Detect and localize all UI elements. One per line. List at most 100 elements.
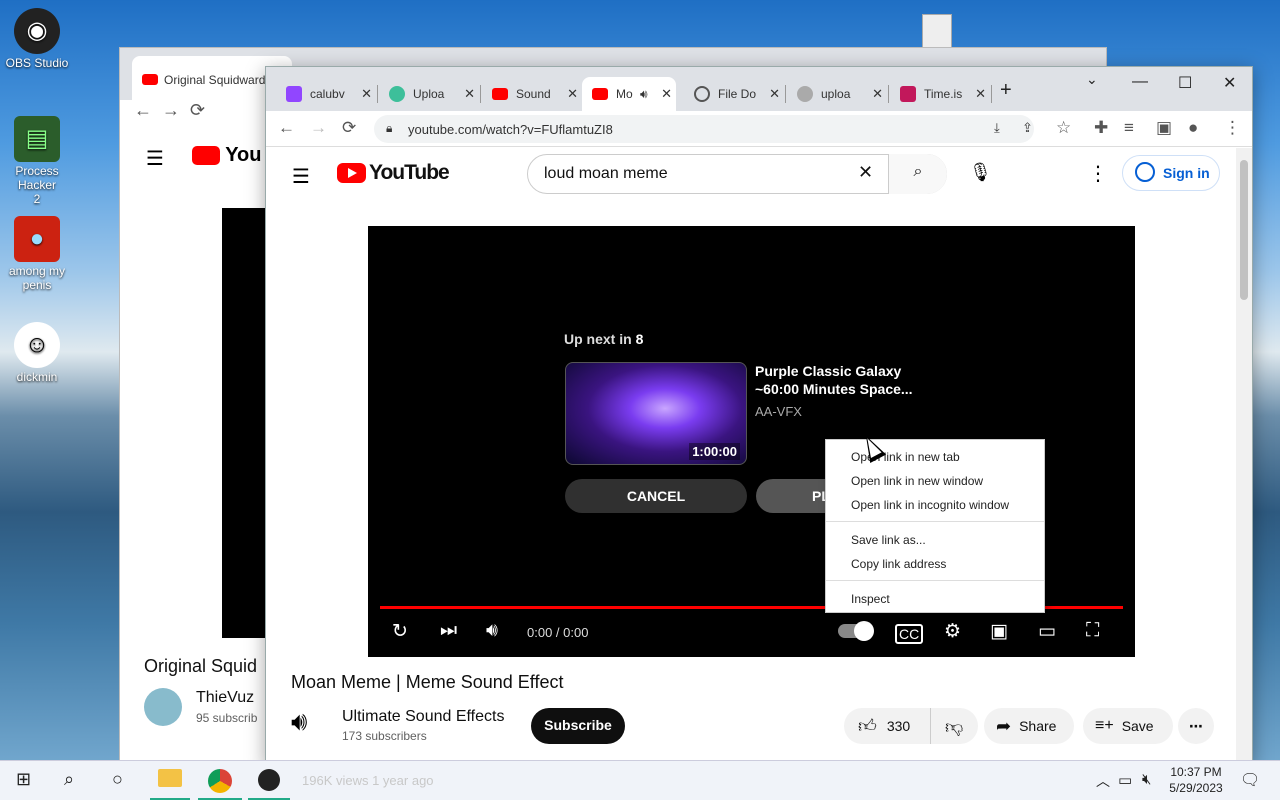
desktop-icon-label: among my penis [8, 264, 66, 292]
close-tab-icon[interactable]: ✕ [769, 86, 780, 102]
save-button[interactable]: ≡+ Save [1083, 708, 1173, 744]
dislike-button[interactable]: 👎︎ [930, 708, 963, 744]
clock[interactable]: 10:37 PM 5/29/2023 [1166, 764, 1226, 796]
desktop-icon-among-us[interactable]: ● among my penis [3, 216, 71, 292]
cancel-autoplay-button[interactable]: CANCEL [565, 479, 747, 513]
windows-start-icon[interactable]: ⊞ [16, 769, 31, 790]
settings-gear-icon[interactable]: ⚙︎ [944, 620, 961, 643]
side-panel-icon[interactable]: ▣ [1156, 118, 1172, 138]
desktop-icon-dickmin[interactable]: ☺ dickmin [3, 322, 71, 384]
profile-icon[interactable]: ● [1188, 118, 1198, 138]
extensions-icon[interactable]: ✚ [1094, 118, 1108, 138]
microphone-icon[interactable]: 🎙︎ [969, 162, 992, 183]
fullscreen-icon[interactable]: ⛶ [1086, 620, 1099, 642]
desktop-icon-process-hacker[interactable]: ▤ Process Hacker 2 [3, 116, 71, 206]
reload-icon[interactable]: ⟳ [342, 118, 356, 138]
subscribe-button[interactable]: Subscribe [531, 708, 625, 744]
clear-search-icon[interactable]: ✕ [858, 162, 873, 183]
media-control-icon[interactable]: ≡ [1124, 118, 1134, 138]
close-window-button[interactable]: ✕ [1223, 73, 1236, 93]
speaker-icon[interactable]: 🔊︎ [640, 87, 648, 102]
share-button[interactable]: ➦ Share [984, 708, 1074, 744]
next-video-thumbnail[interactable]: 1:00:00 [565, 362, 747, 465]
menu-item-inspect[interactable]: Inspect [851, 592, 890, 606]
more-actions-button[interactable]: ⋯ [1178, 708, 1214, 744]
next-video-channel: AA-VFX [755, 404, 802, 419]
file-explorer-icon[interactable] [158, 769, 182, 787]
close-tab-icon[interactable]: ✕ [872, 86, 883, 102]
tab-title: Sound [516, 87, 551, 101]
tab-file[interactable]: File Do ✕ [684, 77, 784, 111]
save-label: Save [1121, 718, 1154, 734]
settings-dots-icon[interactable]: ⋮ [1088, 161, 1108, 186]
maximize-button[interactable]: ☐ [1178, 73, 1192, 93]
obs-icon: ◉ [14, 8, 60, 54]
time-display: 0:00 / 0:00 [527, 625, 589, 640]
chrome-menu-icon[interactable]: ⋮ [1224, 118, 1241, 138]
network-icon[interactable]: ▭ [1118, 771, 1132, 789]
background-channel-avatar[interactable] [144, 688, 182, 726]
menu-item-save-link[interactable]: Save link as... [851, 533, 926, 547]
time-favicon-icon [900, 86, 916, 102]
menu-item-open-new-window[interactable]: Open link in new window [851, 474, 983, 488]
theater-mode-icon[interactable]: ▭ [1038, 620, 1056, 643]
desktop-icon-obs[interactable]: ◉ OBS Studio [3, 8, 71, 70]
volume-icon[interactable]: 🔊︎ [486, 620, 498, 642]
menu-icon[interactable]: ☰ [292, 164, 310, 189]
sign-in-button[interactable]: Sign in [1122, 155, 1220, 191]
youtube-play-logo-icon [337, 163, 366, 183]
search-icon[interactable]: ⌕ [64, 769, 74, 790]
bookmark-star-icon[interactable]: ☆ [1056, 118, 1071, 138]
tray-chevron-icon[interactable]: ︿ [1096, 771, 1110, 791]
replay-icon[interactable]: ↻ [392, 620, 408, 643]
notification-icon[interactable]: 🗨︎ [1240, 770, 1260, 790]
miniplayer-icon[interactable]: ▣ [990, 620, 1008, 643]
thumbs-up-icon: 👍︎ [858, 716, 877, 736]
background-nav-arrows[interactable]: ← → ⟳ [134, 100, 205, 121]
close-tab-icon[interactable]: ✕ [661, 86, 672, 102]
forward-arrow-icon[interactable]: → [310, 118, 327, 138]
menu-icon[interactable]: ☰ [146, 146, 164, 171]
next-icon[interactable]: ⏭︎ [440, 620, 457, 642]
channel-name[interactable]: Ultimate Sound Effects [342, 708, 504, 726]
volume-muted-icon[interactable]: 🔇︎ [1142, 771, 1151, 788]
close-tab-icon[interactable]: ✕ [361, 86, 372, 102]
search-input[interactable]: loud moan meme ✕ ⌕ [527, 154, 947, 194]
background-youtube-logo[interactable]: You [192, 144, 261, 167]
tab-active-moan[interactable]: Mo 🔊︎ ✕ [582, 77, 676, 111]
close-tab-icon[interactable]: ✕ [975, 86, 986, 102]
chrome-icon[interactable] [208, 769, 232, 793]
menu-item-copy-link[interactable]: Copy link address [851, 557, 946, 571]
new-tab-button[interactable]: + [1000, 79, 1012, 102]
tab-sound[interactable]: Sound ✕ [482, 77, 582, 111]
background-video-player[interactable] [222, 208, 266, 638]
minimize-button[interactable]: — [1132, 73, 1148, 91]
search-button[interactable]: ⌕ [888, 154, 947, 194]
tab-search-icon[interactable]: ⌄ [1086, 71, 1098, 88]
scrollbar-thumb[interactable] [1240, 160, 1248, 300]
close-tab-icon[interactable]: ✕ [464, 86, 475, 102]
next-video-title[interactable]: Purple Classic Galaxy ~60:00 Minutes Spa… [755, 362, 925, 398]
speaker-channel-avatar-icon[interactable]: 🔊︎ [291, 706, 307, 738]
youtube-logo[interactable]: YouTube [337, 161, 450, 185]
address-bar[interactable]: 🔒︎ youtube.com/watch?v=FUflamtuZI8 ⤓ ⇪ [374, 115, 1034, 143]
like-button[interactable]: 👍︎ 330 👎︎ [844, 708, 978, 744]
obs-taskbar-icon[interactable] [258, 769, 280, 791]
tab-upload-2[interactable]: uploa ✕ [787, 77, 887, 111]
chrome-desktop-icon[interactable] [922, 14, 952, 48]
tab-time[interactable]: Time.is ✕ [890, 77, 990, 111]
menu-item-open-incognito[interactable]: Open link in incognito window [851, 498, 1009, 512]
captions-icon[interactable]: CC [895, 624, 924, 644]
autoplay-toggle[interactable] [838, 621, 874, 641]
twitch-favicon-icon [286, 86, 302, 102]
share-page-icon[interactable]: ⇪ [1022, 120, 1033, 136]
back-arrow-icon[interactable]: ← [278, 118, 295, 138]
scrollbar[interactable] [1236, 148, 1252, 767]
browser-window[interactable]: calubv ✕ Uploa ✕ Sound ✕ Mo 🔊︎ ✕ File Do ✕ upl… [265, 66, 1253, 767]
tab-twitch[interactable]: calubv ✕ [276, 77, 376, 111]
tab-upload[interactable]: Uploa ✕ [379, 77, 479, 111]
background-channel-name[interactable]: ThieVuz [196, 689, 254, 707]
close-tab-icon[interactable]: ✕ [567, 86, 578, 102]
download-icon[interactable]: ⤓ [994, 120, 1000, 136]
task-view-icon[interactable]: ○ [112, 769, 123, 790]
